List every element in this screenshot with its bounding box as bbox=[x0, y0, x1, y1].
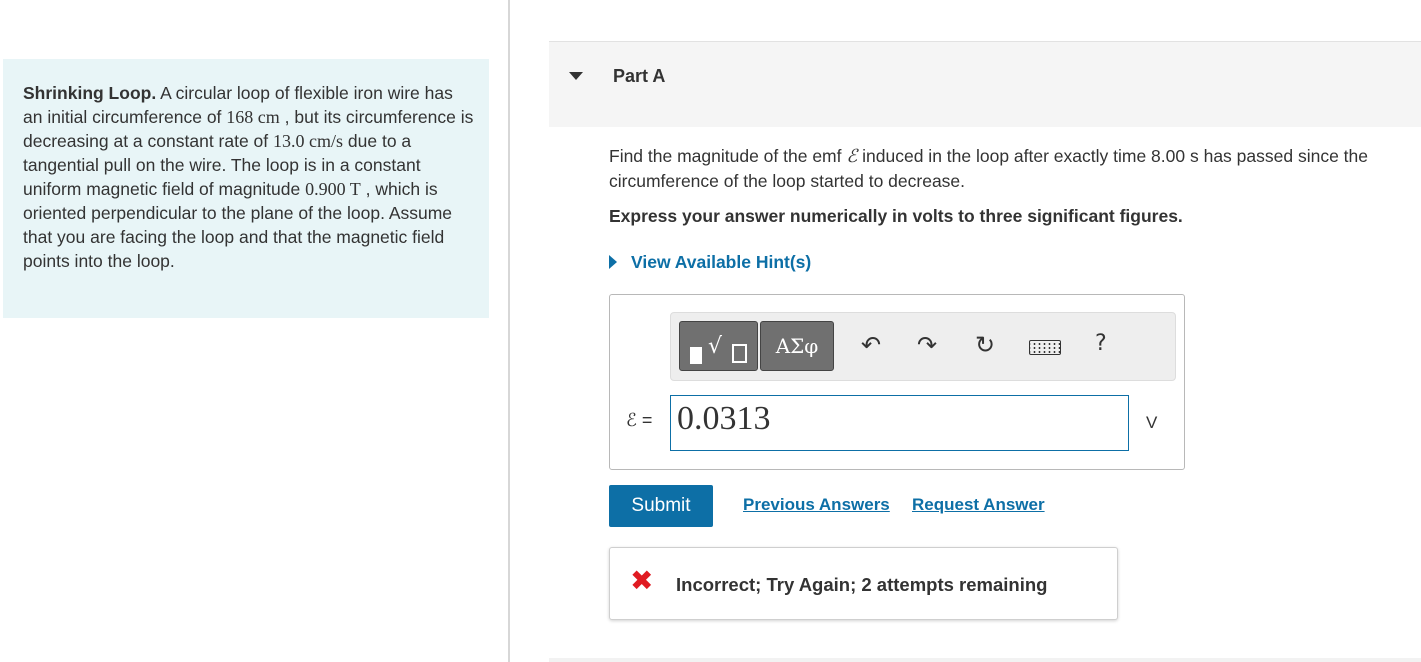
unit-label: V bbox=[1146, 413, 1158, 432]
math-toolbar: √ ΑΣφ ↶ ↷ ↻ ? bbox=[670, 312, 1176, 381]
answer-box: √ ΑΣφ ↶ ↷ ↻ ? ℰ = 0.0313 V bbox=[609, 294, 1185, 470]
problem-title: Shrinking Loop. bbox=[23, 83, 157, 103]
templates-button[interactable]: √ bbox=[679, 321, 758, 371]
request-answer-link[interactable]: Request Answer bbox=[912, 495, 1045, 515]
feedback-text: Incorrect; Try Again; 2 attempts remaini… bbox=[676, 574, 1048, 595]
symbols-button[interactable]: ΑΣφ bbox=[760, 321, 834, 371]
problem-text: Shrinking Loop. A circular loop of flexi… bbox=[23, 81, 475, 273]
problem-math: 0.900 T bbox=[305, 179, 361, 199]
hint-label: View Available Hint(s) bbox=[631, 252, 812, 272]
previous-answers-link[interactable]: Previous Answers bbox=[743, 495, 890, 515]
part-header[interactable]: Part A bbox=[549, 41, 1421, 127]
keyboard-icon[interactable] bbox=[1029, 340, 1061, 355]
undo-icon[interactable]: ↶ bbox=[861, 333, 881, 357]
question-text: Find the magnitude of the emf ℰ induced … bbox=[609, 144, 1399, 193]
error-x-icon: ✖ bbox=[630, 564, 654, 597]
question-before: Find the magnitude of the emf bbox=[609, 146, 847, 166]
problem-panel: Shrinking Loop. A circular loop of flexi… bbox=[3, 59, 489, 318]
redo-icon[interactable]: ↷ bbox=[917, 333, 937, 357]
caret-right-icon bbox=[609, 255, 617, 269]
view-hints-link[interactable]: View Available Hint(s) bbox=[609, 252, 811, 273]
problem-math: 13.0 cm/s bbox=[273, 131, 344, 151]
help-icon[interactable]: ? bbox=[1095, 331, 1107, 356]
feedback-box: ✖ Incorrect; Try Again; 2 attempts remai… bbox=[609, 547, 1118, 620]
submit-button[interactable]: Submit bbox=[609, 485, 713, 527]
reset-icon[interactable]: ↻ bbox=[975, 333, 995, 357]
column-divider bbox=[508, 0, 510, 662]
emf-symbol: ℰ bbox=[846, 146, 858, 167]
answer-input[interactable]: 0.0313 bbox=[670, 395, 1129, 451]
collapse-caret-icon[interactable] bbox=[569, 72, 583, 80]
bottom-divider bbox=[549, 658, 1421, 662]
part-title: Part A bbox=[613, 66, 666, 86]
answer-instruction: Express your answer numerically in volts… bbox=[609, 206, 1183, 226]
answer-label: ℰ = bbox=[626, 410, 653, 430]
problem-math: 168 cm bbox=[226, 107, 280, 127]
